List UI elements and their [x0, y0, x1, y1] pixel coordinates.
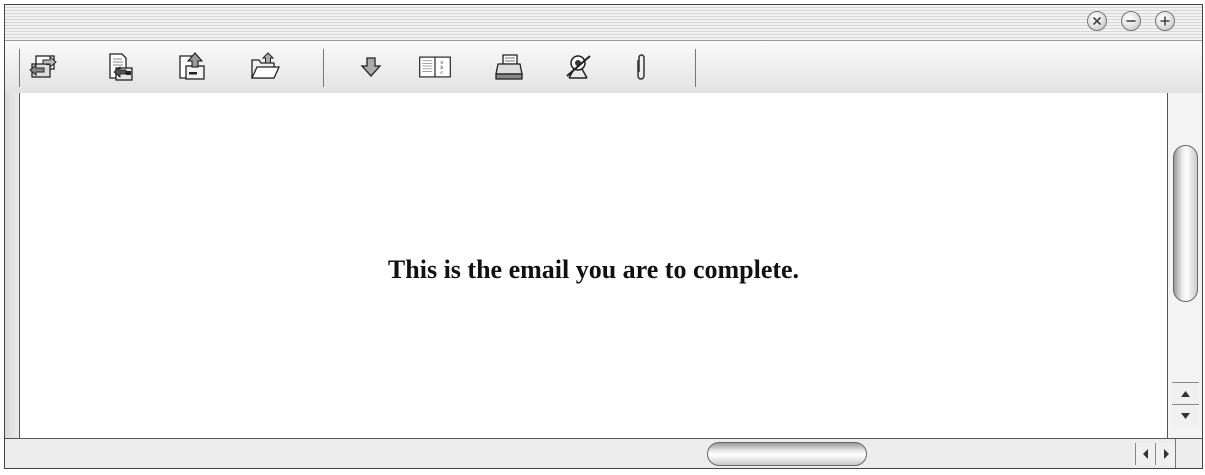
arrow-left-icon: [1143, 449, 1148, 459]
send-receive-icon: [29, 55, 57, 78]
open-folder-icon: [250, 52, 281, 79]
minimize-button[interactable]: [1121, 11, 1141, 31]
title-bar[interactable]: [5, 5, 1202, 41]
svg-text:a: a: [440, 60, 443, 65]
scroll-down-button[interactable]: [1172, 404, 1199, 426]
scrollbar-corner: [1175, 439, 1202, 468]
print-button[interactable]: [491, 49, 527, 85]
zoom-icon: [1160, 16, 1170, 26]
junk-icon: [566, 55, 591, 79]
close-icon: [1092, 16, 1102, 26]
print-icon: [495, 54, 523, 80]
toolbar-divider: [19, 49, 20, 87]
forward-icon: [179, 52, 205, 80]
address-book-button[interactable]: a b c: [417, 49, 453, 85]
reply-icon: [109, 53, 133, 81]
email-window: a b c This is the email you are to compl…: [4, 4, 1203, 469]
arrow-up-icon: [1181, 391, 1190, 397]
forward-button[interactable]: [173, 49, 209, 85]
attachment-button[interactable]: [623, 49, 659, 85]
download-icon: [360, 57, 382, 77]
vertical-scrollbar[interactable]: [1167, 93, 1202, 438]
message-body-area[interactable]: This is the email you are to complete.: [20, 93, 1167, 438]
address-book-icon: a b c: [419, 56, 451, 78]
send-receive-button[interactable]: [25, 49, 61, 85]
junk-button[interactable]: [561, 49, 597, 85]
minimize-icon: [1126, 20, 1136, 22]
svg-text:b: b: [440, 65, 443, 71]
toolbar-separator: [323, 49, 324, 87]
toolbar: a b c: [5, 41, 1202, 94]
vertical-scroll-thumb[interactable]: [1173, 145, 1198, 302]
scroll-left-button[interactable]: [1135, 443, 1155, 465]
scroll-right-button[interactable]: [1155, 443, 1175, 465]
horizontal-scrollbar[interactable]: [5, 438, 1202, 468]
zoom-button[interactable]: [1155, 11, 1175, 31]
close-button[interactable]: [1087, 11, 1107, 31]
reply-button[interactable]: [101, 49, 137, 85]
arrow-down-icon: [1181, 413, 1190, 419]
open-folder-button[interactable]: [247, 49, 283, 85]
horizontal-scroll-thumb[interactable]: [707, 442, 867, 466]
toolbar-separator-end: [695, 49, 696, 87]
left-gutter: [5, 93, 20, 438]
attachment-icon: [637, 54, 645, 80]
scroll-up-button[interactable]: [1172, 382, 1199, 404]
message-body: This is the email you are to complete.: [387, 254, 800, 284]
arrow-right-icon: [1164, 449, 1169, 459]
download-button[interactable]: [353, 49, 389, 85]
